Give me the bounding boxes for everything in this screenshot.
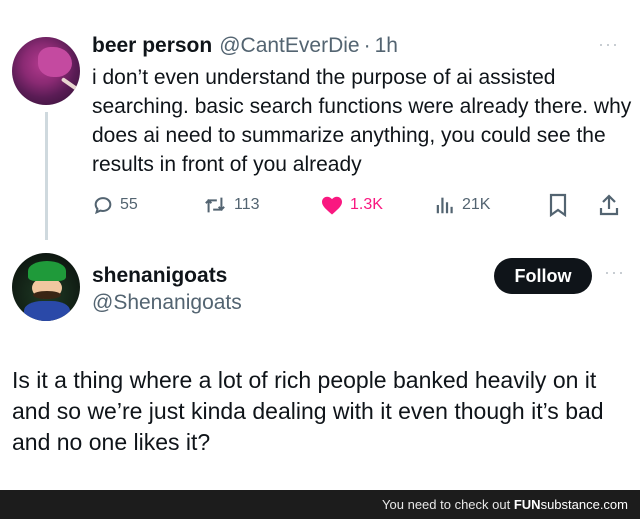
- timestamp[interactable]: 1h: [375, 34, 398, 58]
- follow-button[interactable]: Follow: [494, 258, 592, 294]
- view-count: 21K: [462, 196, 491, 213]
- reply-icon: [94, 197, 112, 215]
- avatar-mustache: [33, 291, 61, 299]
- tweet-text: i don’t even understand the purpose of a…: [92, 66, 632, 176]
- repost-button[interactable]: 113: [202, 190, 260, 220]
- tweet-text: Is it a thing where a lot of rich people…: [12, 367, 604, 455]
- repost-icon: [205, 197, 225, 213]
- footer-brand-bold: FUN: [513, 497, 541, 512]
- analytics-icon: [436, 197, 453, 214]
- like-count: 1.3K: [350, 196, 383, 213]
- views-button[interactable]: 21K: [434, 190, 490, 220]
- display-name[interactable]: beer person: [92, 34, 212, 58]
- user-handle[interactable]: @Shenanigoats: [92, 291, 242, 315]
- reply-count: 55: [120, 196, 138, 213]
- user-handle[interactable]: @CantEverDie: [219, 34, 359, 58]
- avatar-detail: [60, 77, 80, 93]
- thread-line: [45, 112, 48, 240]
- repost-count: 113: [234, 196, 260, 213]
- share-icon: [599, 194, 619, 216]
- more-options-icon[interactable]: ···: [598, 34, 619, 55]
- avatar[interactable]: [12, 37, 80, 105]
- tweet-reply-parent[interactable]: beer person @CantEverDie · 1h ··· i don’…: [0, 0, 640, 240]
- heart-icon: [322, 196, 342, 215]
- watermark-footer: You need to check out FUNsubstance.com: [0, 490, 640, 519]
- bookmark-icon: [549, 193, 567, 217]
- tweet-actions: 55 113 1.3K 21K: [92, 190, 622, 220]
- footer-prefix: You need to check out: [382, 497, 514, 512]
- share-button[interactable]: [598, 190, 620, 220]
- reply-button[interactable]: 55: [92, 190, 138, 220]
- avatar-figure: [38, 47, 72, 77]
- separator-dot: ·: [363, 34, 371, 57]
- footer-brand-rest: substance.com: [540, 497, 628, 512]
- bookmark-button[interactable]: [548, 190, 568, 220]
- like-button[interactable]: 1.3K: [320, 190, 383, 220]
- footer-text: You need to check out FUNsubstance.com: [382, 497, 628, 512]
- avatar-body: [24, 301, 70, 321]
- avatar[interactable]: [12, 253, 80, 321]
- more-options-icon[interactable]: ···: [604, 262, 625, 283]
- tweet-main[interactable]: shenanigoats @Shenanigoats Follow ··· Is…: [0, 240, 640, 490]
- display-name[interactable]: shenanigoats: [92, 264, 227, 288]
- avatar-cap: [28, 261, 66, 281]
- tweet-header: beer person @CantEverDie · 1h: [92, 34, 398, 58]
